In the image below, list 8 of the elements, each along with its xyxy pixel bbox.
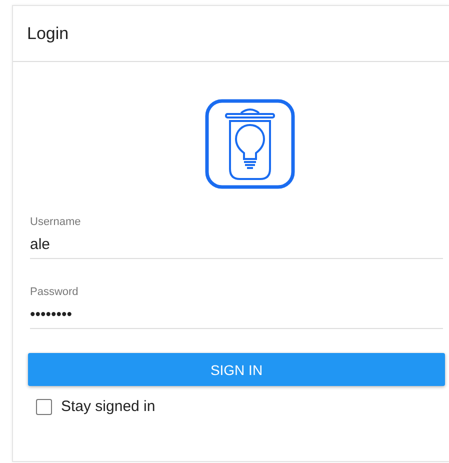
- input-field[interactable]: ale: [30, 230, 443, 259]
- field-label: Password: [30, 286, 80, 298]
- checkbox[interactable]: [36, 398, 52, 414]
- field-label: Username: [30, 216, 82, 228]
- card-title: Login: [27, 24, 69, 44]
- lightbulb-jar-icon: [205, 99, 295, 189]
- input-field[interactable]: ••••••••: [30, 300, 443, 329]
- checkbox-label: Stay signed in: [61, 398, 156, 415]
